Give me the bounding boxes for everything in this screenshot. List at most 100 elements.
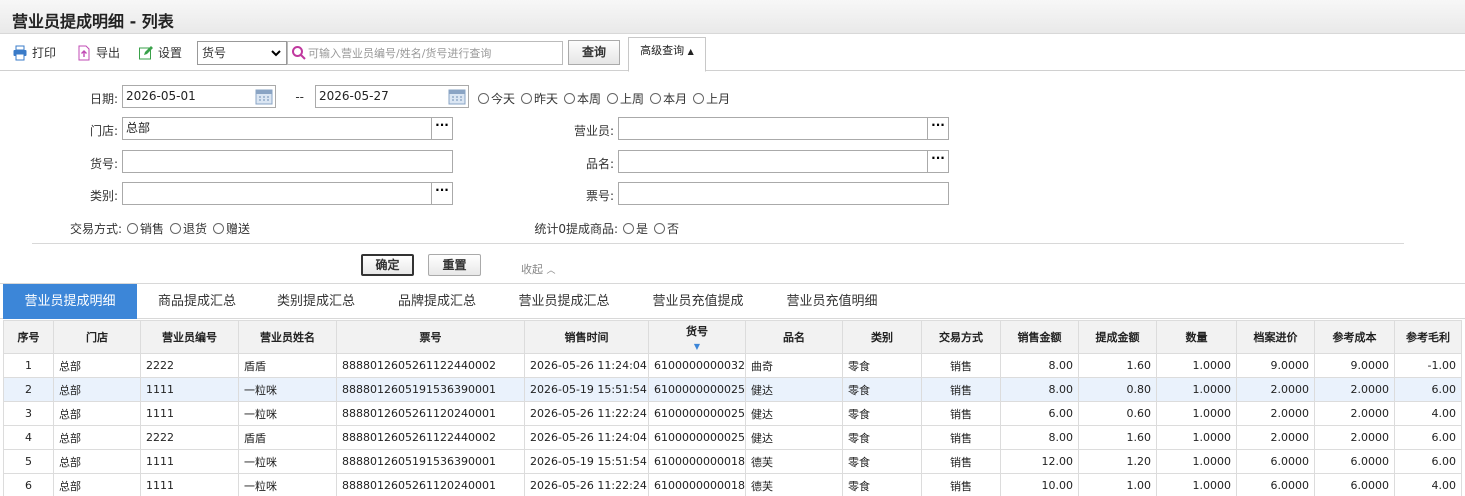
radio-yes[interactable]: 是 xyxy=(623,220,648,237)
radio-circle xyxy=(478,93,489,104)
col-header[interactable]: 品名 xyxy=(745,320,843,354)
table-row[interactable]: 1 总部 2222 盾盾 8888012605261122440002 2026-05-2… xyxy=(3,353,1462,378)
table-cell: 1 xyxy=(3,353,54,378)
col-header[interactable]: 交易方式 xyxy=(921,320,1001,354)
radio-circle xyxy=(213,223,225,234)
date-from-field[interactable]: 2026-05-01 xyxy=(122,85,276,108)
product-name-label: 品名: xyxy=(585,157,614,171)
table-row[interactable]: 3 总部 1111 一粒咪 8888012605261120240001 2026-05-… xyxy=(3,401,1462,426)
table-cell: 1.0000 xyxy=(1156,353,1237,378)
table-cell: 盾盾 xyxy=(238,353,337,378)
radio-today[interactable]: 今天 xyxy=(478,90,515,107)
store-field[interactable]: 总部 ··· xyxy=(122,117,453,140)
table-cell: 8888012605261120240001 xyxy=(336,401,525,426)
radio-this-week[interactable]: 本周 xyxy=(564,90,601,107)
col-header[interactable]: 营业员编号 xyxy=(140,320,239,354)
radio-last-month[interactable]: 上月 xyxy=(693,90,730,107)
col-header[interactable]: 销售时间 xyxy=(524,320,649,354)
settings-button[interactable]: 设置 xyxy=(138,42,182,64)
table-row[interactable]: 2 总部 1111 一粒咪 8888012605191536390001 2026-05-… xyxy=(3,377,1462,402)
tab-category-commission-summary[interactable]: 类别提成汇总 xyxy=(258,284,374,319)
calendar-icon[interactable] xyxy=(255,88,273,105)
tab-clerk-recharge-detail[interactable]: 营业员充值明细 xyxy=(768,284,896,319)
collapse-toggle[interactable]: 收起 ︿ xyxy=(521,261,556,277)
export-label: 导出 xyxy=(96,46,121,60)
chevron-down-icon xyxy=(271,50,281,57)
tab-clerk-commission-summary[interactable]: 营业员提成汇总 xyxy=(500,284,628,319)
col-header[interactable]: 参考成本 xyxy=(1314,320,1395,354)
search-field-select[interactable]: 货号 xyxy=(197,41,287,65)
col-header[interactable]: 数量 xyxy=(1156,320,1237,354)
reset-button[interactable]: 重置 xyxy=(428,254,481,276)
table-cell: 1.0000 xyxy=(1156,473,1237,496)
date-label: 日期: xyxy=(89,92,118,106)
store-value: 总部 xyxy=(126,121,151,135)
table-cell: 1.0000 xyxy=(1156,425,1237,450)
table-cell: 6 xyxy=(3,473,54,496)
category-field[interactable]: ··· xyxy=(122,182,453,205)
search-input[interactable] xyxy=(308,44,558,62)
radio-last-week[interactable]: 上周 xyxy=(607,90,644,107)
tab-clerk-commission-detail[interactable]: 营业员提成明细 xyxy=(3,284,137,319)
table-row[interactable]: 5 总部 1111 一粒咪 8888012605191536390001 2026-05-… xyxy=(3,449,1462,474)
table-cell: 6.0000 xyxy=(1314,449,1395,474)
radio-no[interactable]: 否 xyxy=(654,220,679,237)
table-cell: 德芙 xyxy=(745,473,843,496)
table-cell: 销售 xyxy=(921,473,1001,496)
col-header[interactable]: 门店 xyxy=(53,320,141,354)
chevron-up-icon: ︿ xyxy=(546,266,556,276)
table-cell: 1111 xyxy=(140,449,239,474)
radio-circle xyxy=(650,93,662,104)
advanced-query-panel: 日期: 2026-05-01 -- 2026-05-27 今天 昨天 本周 上周… xyxy=(0,72,1465,282)
table-cell: 一粒咪 xyxy=(238,401,337,426)
product-name-field[interactable]: ··· xyxy=(618,150,949,173)
clerk-field[interactable]: ··· xyxy=(618,117,949,140)
table-cell: 2.0000 xyxy=(1314,377,1395,402)
item-no-field[interactable] xyxy=(122,150,453,173)
table-cell: 零食 xyxy=(842,425,922,450)
table-cell: 6100000000025 xyxy=(648,377,746,402)
radio-return[interactable]: 退货 xyxy=(170,220,207,237)
radio-yesterday[interactable]: 昨天 xyxy=(521,90,558,107)
more-options-icon[interactable]: ··· xyxy=(431,118,452,139)
table-cell: 盾盾 xyxy=(238,425,337,450)
col-header[interactable]: 档案进价 xyxy=(1236,320,1315,354)
table-cell: 8.00 xyxy=(1000,377,1079,402)
ticket-field[interactable] xyxy=(618,182,949,205)
radio-this-month[interactable]: 本月 xyxy=(650,90,687,107)
table-cell: 1.20 xyxy=(1078,449,1157,474)
calendar-icon[interactable] xyxy=(448,88,466,105)
date-to-field[interactable]: 2026-05-27 xyxy=(315,85,469,108)
confirm-button[interactable]: 确定 xyxy=(361,254,414,276)
commission-table: 序号 门店 营业员编号 营业员姓名 票号 销售时间 货号 ▼ 品名 类别 交易方式… xyxy=(3,320,1462,496)
radio-sale[interactable]: 销售 xyxy=(127,220,164,237)
col-header[interactable]: 营业员姓名 xyxy=(238,320,337,354)
table-cell: 一粒咪 xyxy=(238,473,337,496)
more-options-icon[interactable]: ··· xyxy=(927,151,948,172)
col-header[interactable]: 序号 xyxy=(3,320,54,354)
query-button[interactable]: 查询 xyxy=(568,40,620,65)
more-options-icon[interactable]: ··· xyxy=(431,183,452,204)
radio-gift[interactable]: 赠送 xyxy=(213,220,250,237)
radio-circle xyxy=(693,93,705,104)
more-options-icon[interactable]: ··· xyxy=(927,118,948,139)
tab-product-commission-summary[interactable]: 商品提成汇总 xyxy=(140,284,254,319)
col-header[interactable]: 参考毛利 xyxy=(1394,320,1462,354)
export-button[interactable]: 导出 xyxy=(76,42,120,64)
col-header[interactable]: 提成金额 xyxy=(1078,320,1157,354)
tab-brand-commission-summary[interactable]: 品牌提成汇总 xyxy=(378,284,496,319)
print-button[interactable]: 打印 xyxy=(12,42,56,64)
advanced-query-label: 高级查询 xyxy=(640,44,685,57)
table-cell: 6.00 xyxy=(1000,401,1079,426)
col-header-sorted[interactable]: 货号 ▼ xyxy=(648,320,746,354)
table-row[interactable]: 4 总部 2222 盾盾 8888012605261122440002 2026-05-2… xyxy=(3,425,1462,450)
col-header[interactable]: 销售金额 xyxy=(1000,320,1079,354)
col-header[interactable]: 票号 xyxy=(336,320,525,354)
quick-date-radios: 今天 昨天 本周 上周 本月 上月 xyxy=(478,90,736,107)
tab-clerk-recharge-commission[interactable]: 营业员充值提成 xyxy=(634,284,762,319)
table-cell: 12.00 xyxy=(1000,449,1079,474)
advanced-query-tab[interactable]: 高级查询 ▲ xyxy=(628,37,706,72)
table-row[interactable]: 6 总部 1111 一粒咪 8888012605261120240001 2026-05-… xyxy=(3,473,1462,496)
table-cell: 6100000000018 xyxy=(648,449,746,474)
col-header[interactable]: 类别 xyxy=(842,320,922,354)
